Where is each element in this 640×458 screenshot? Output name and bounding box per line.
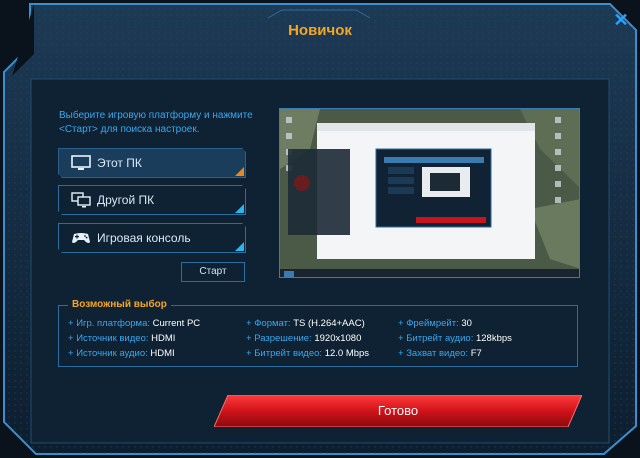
gamepad-icon bbox=[71, 230, 91, 246]
option-value: 1920x1080 bbox=[314, 333, 362, 344]
dialog-title: Новичок bbox=[288, 22, 352, 39]
option-framerate: + Фреймрейт: 30 bbox=[398, 318, 472, 329]
option-value: HDMI bbox=[150, 348, 175, 359]
selected-corner-marker bbox=[235, 167, 244, 176]
option-value: TS (H.264+AAC) bbox=[293, 318, 365, 329]
monitor-icon bbox=[71, 155, 91, 171]
start-button[interactable]: Старт bbox=[181, 262, 245, 282]
option-format: + Формат: TS (H.264+AAC) bbox=[246, 318, 365, 329]
summary-title: Возможный выбор bbox=[68, 299, 171, 310]
option-video-source: + Источник видео: HDMI bbox=[68, 333, 176, 344]
option-key: Игр. платформа: bbox=[76, 318, 150, 329]
preview-screenshot bbox=[279, 108, 580, 278]
dual-monitor-icon bbox=[71, 192, 91, 208]
instruction-text: Выберите игровую платформу и нажмите <Ст… bbox=[59, 110, 253, 135]
option-capture-hotkey: + Захват видео: F7 bbox=[398, 348, 482, 359]
platform-label: Игровая консоль bbox=[97, 231, 191, 245]
option-key: Фреймрейт: bbox=[406, 318, 459, 329]
option-audio-bitrate: + Битрейт аудио: 128kbps bbox=[398, 333, 512, 344]
option-audio-source: + Источник аудио: HDMI bbox=[68, 348, 175, 359]
option-resolution: + Разрешение: 1920x1080 bbox=[246, 333, 362, 344]
option-key: Захват видео: bbox=[406, 348, 469, 359]
option-key: Источник аудио: bbox=[76, 348, 148, 359]
option-key: Формат: bbox=[254, 318, 291, 329]
corner-marker bbox=[235, 204, 244, 213]
option-value: 30 bbox=[461, 318, 472, 329]
option-key: Битрейт видео: bbox=[254, 348, 323, 359]
platform-game-console-button[interactable]: Игровая консоль bbox=[58, 223, 246, 253]
option-value: 128kbps bbox=[475, 333, 512, 344]
platform-this-pc-button[interactable]: Этот ПК bbox=[58, 148, 246, 178]
option-value: Current PC bbox=[152, 318, 201, 329]
desktop-preview-image bbox=[280, 109, 579, 277]
option-value: F7 bbox=[470, 348, 482, 359]
option-value: 12.0 Mbps bbox=[324, 348, 370, 359]
close-icon[interactable]: ✕ bbox=[612, 11, 630, 29]
done-label: Готово bbox=[377, 403, 419, 418]
option-value: HDMI bbox=[151, 333, 176, 344]
corner-marker bbox=[235, 242, 244, 251]
option-key: Источник видео: bbox=[76, 333, 149, 344]
platform-label: Этот ПК bbox=[97, 156, 142, 170]
done-button[interactable]: Готово bbox=[214, 395, 582, 427]
option-video-bitrate: + Битрейт видео: 12.0 Mbps bbox=[246, 348, 370, 359]
option-key: Битрейт аудио: bbox=[406, 333, 474, 344]
option-platform: + Игр. платформа: Current PC bbox=[68, 318, 201, 329]
platform-label: Другой ПК bbox=[97, 193, 155, 207]
platform-other-pc-button[interactable]: Другой ПК bbox=[58, 185, 246, 215]
option-key: Разрешение: bbox=[254, 333, 312, 344]
